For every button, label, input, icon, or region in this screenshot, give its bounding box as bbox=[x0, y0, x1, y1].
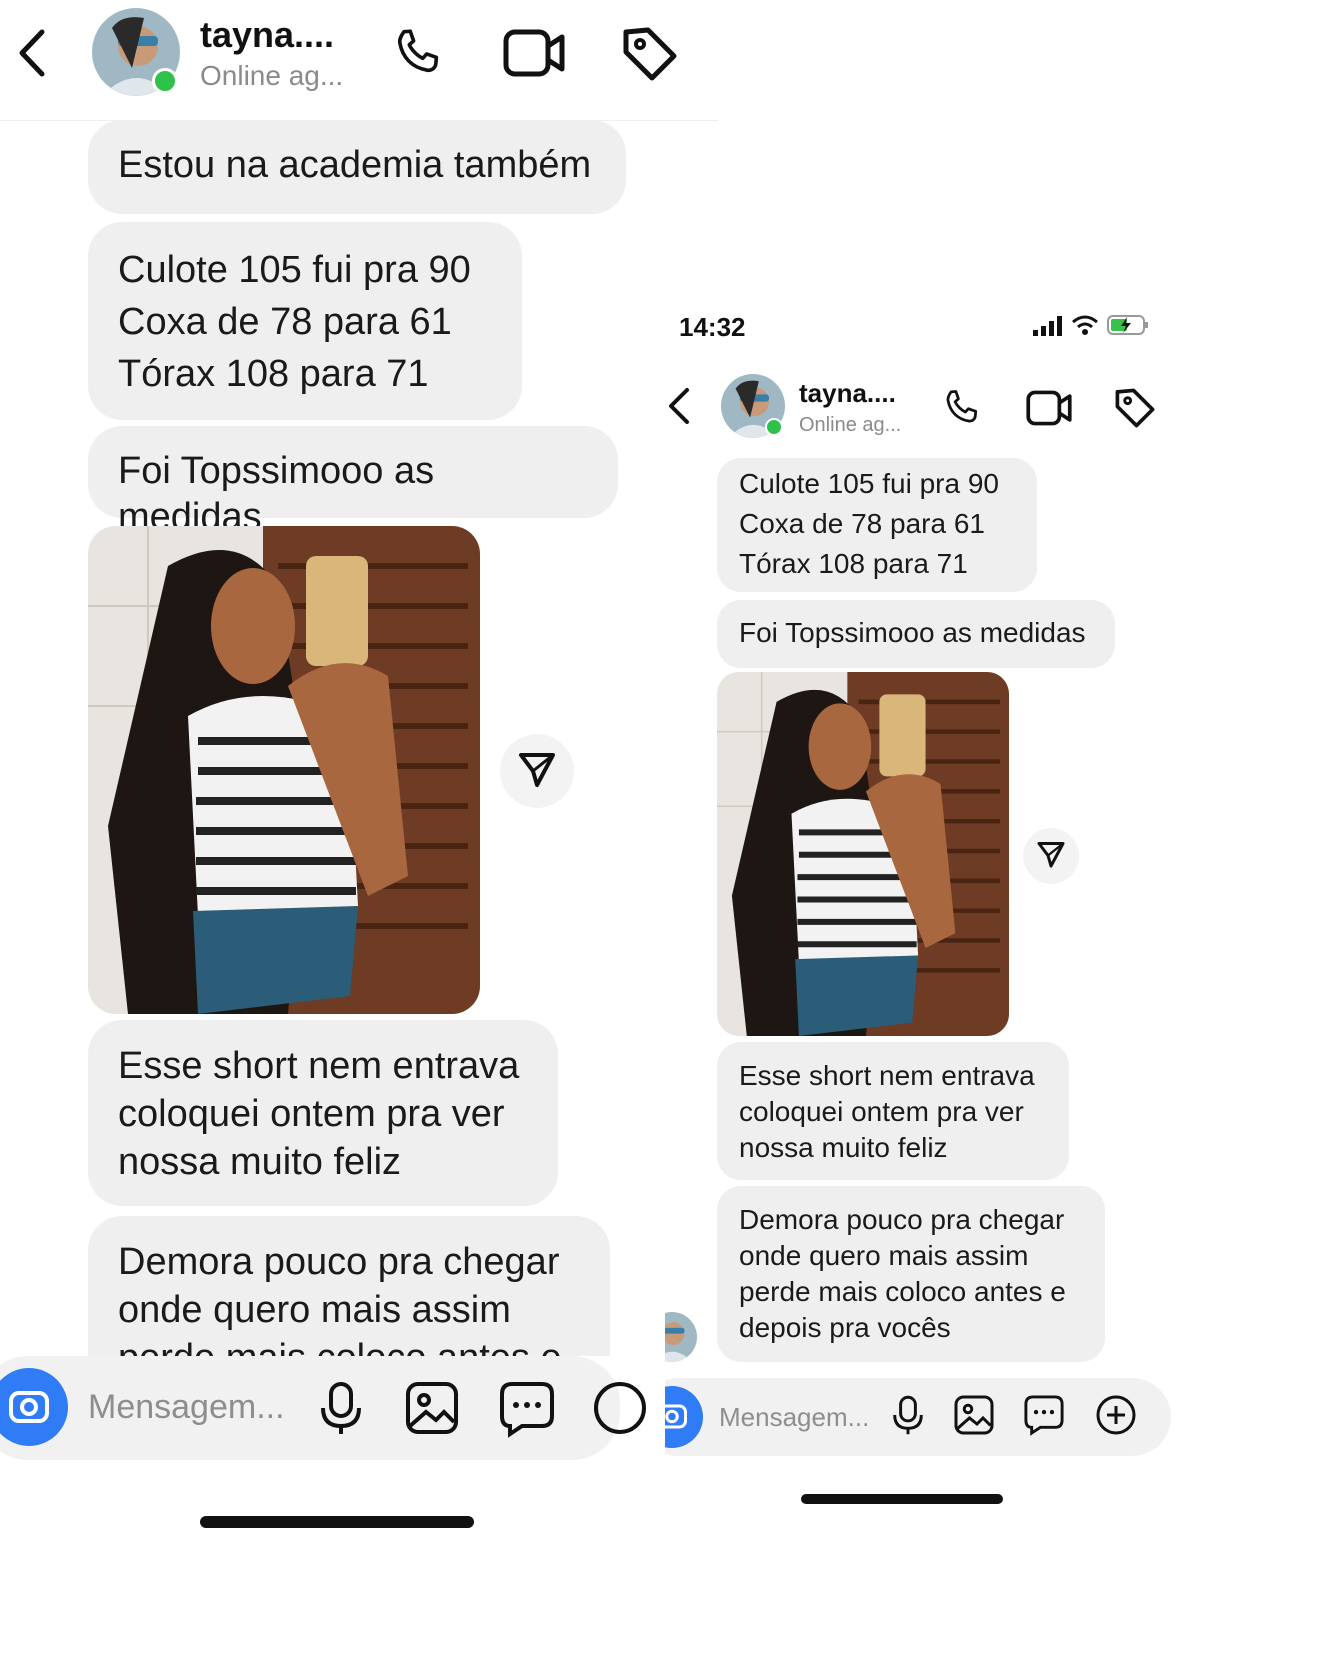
battery-icon bbox=[1107, 314, 1149, 341]
tag-icon[interactable] bbox=[620, 24, 680, 89]
message-bubble[interactable]: Esse short nem entrava coloquei ontem pr… bbox=[717, 1042, 1069, 1180]
composer-area: Mensagem... bbox=[0, 1356, 646, 1678]
wifi-icon bbox=[1071, 314, 1099, 341]
message-bubble[interactable]: Demora pouco pra chegar onde quero mais … bbox=[717, 1186, 1105, 1362]
microphone-icon[interactable] bbox=[318, 1380, 364, 1441]
image-icon[interactable] bbox=[404, 1380, 460, 1441]
online-indicator bbox=[152, 68, 178, 94]
right-screenshot: 14:32 tayna.... Online ag... Culote 105 … bbox=[665, 300, 1265, 1678]
chat-header: tayna.... Online ag... bbox=[0, 0, 718, 121]
online-indicator bbox=[765, 418, 783, 436]
video-camera-icon[interactable] bbox=[1025, 388, 1073, 433]
contact-name[interactable]: tayna.... bbox=[200, 14, 334, 56]
microphone-icon[interactable] bbox=[891, 1394, 925, 1441]
message-bubble[interactable]: Estou na academia também bbox=[88, 120, 626, 214]
message-bubble[interactable]: Foi Topssimooo as medidas bbox=[88, 426, 618, 538]
message-photo[interactable] bbox=[88, 526, 480, 1014]
signal-icon bbox=[1033, 316, 1063, 341]
message-bubble[interactable]: Esse short nem entrava coloquei ontem pr… bbox=[88, 1020, 558, 1206]
phone-icon[interactable] bbox=[388, 24, 446, 87]
contact-name[interactable]: tayna.... bbox=[799, 378, 896, 409]
plus-circle-icon[interactable] bbox=[592, 1380, 648, 1441]
contact-status: Online ag... bbox=[799, 414, 902, 436]
message-input[interactable]: Mensagem... bbox=[88, 1388, 285, 1427]
camera-icon bbox=[665, 1400, 689, 1435]
chevron-left-icon[interactable] bbox=[14, 28, 50, 78]
chat-bubble-icon[interactable] bbox=[498, 1380, 556, 1443]
message-input[interactable]: Mensagem... bbox=[719, 1402, 869, 1433]
paper-plane-icon bbox=[517, 749, 557, 794]
sender-avatar[interactable] bbox=[665, 1312, 697, 1362]
message-photo[interactable] bbox=[717, 672, 1009, 1036]
avatar[interactable] bbox=[92, 8, 180, 96]
tag-icon[interactable] bbox=[1113, 386, 1157, 435]
avatar[interactable] bbox=[721, 374, 785, 438]
home-indicator bbox=[200, 1516, 474, 1528]
share-button[interactable] bbox=[500, 734, 574, 808]
left-screenshot: tayna.... Online ag... Estou na academia… bbox=[0, 0, 760, 1678]
plus-circle-icon[interactable] bbox=[1095, 1394, 1137, 1441]
contact-status: Online ag... bbox=[200, 60, 344, 91]
chat-bubble-icon[interactable] bbox=[1023, 1394, 1065, 1441]
camera-icon bbox=[7, 1385, 51, 1430]
message-bubble[interactable]: Foi Topssimooo as medidas bbox=[717, 600, 1115, 668]
chevron-left-icon[interactable] bbox=[665, 386, 693, 431]
chat-header: tayna.... Online ag... bbox=[665, 364, 1265, 454]
share-button[interactable] bbox=[1023, 828, 1079, 884]
message-bubble[interactable]: Culote 105 fui pra 90 Coxa de 78 para 61… bbox=[88, 222, 522, 420]
image-icon[interactable] bbox=[953, 1394, 995, 1441]
phone-icon[interactable] bbox=[939, 386, 983, 435]
status-time: 14:32 bbox=[679, 312, 746, 342]
message-bubble[interactable]: Culote 105 fui pra 90 Coxa de 78 para 61… bbox=[717, 458, 1037, 592]
video-camera-icon[interactable] bbox=[502, 26, 566, 85]
paper-plane-icon bbox=[1036, 839, 1066, 874]
home-indicator bbox=[801, 1494, 1003, 1504]
